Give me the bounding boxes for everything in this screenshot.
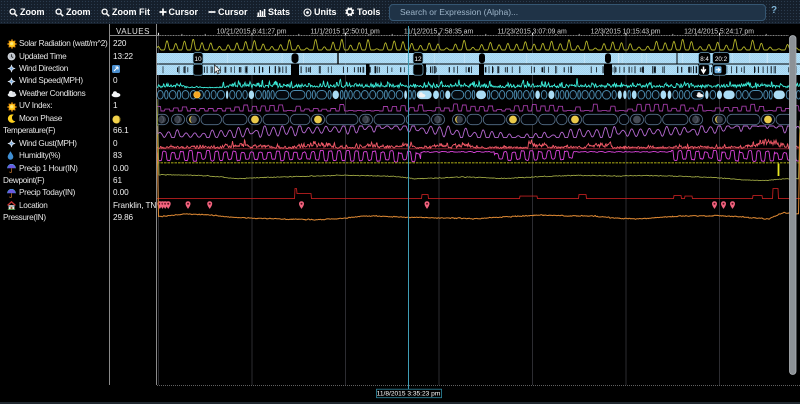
svg-text:10: 10 (194, 56, 202, 63)
svg-text:11/8/2015 3:35:23 pm: 11/8/2015 3:35:23 pm (377, 390, 441, 397)
svg-text:20:2: 20:2 (715, 56, 728, 63)
svg-text:8:4: 8:4 (700, 56, 709, 63)
svg-text:12: 12 (414, 56, 422, 63)
